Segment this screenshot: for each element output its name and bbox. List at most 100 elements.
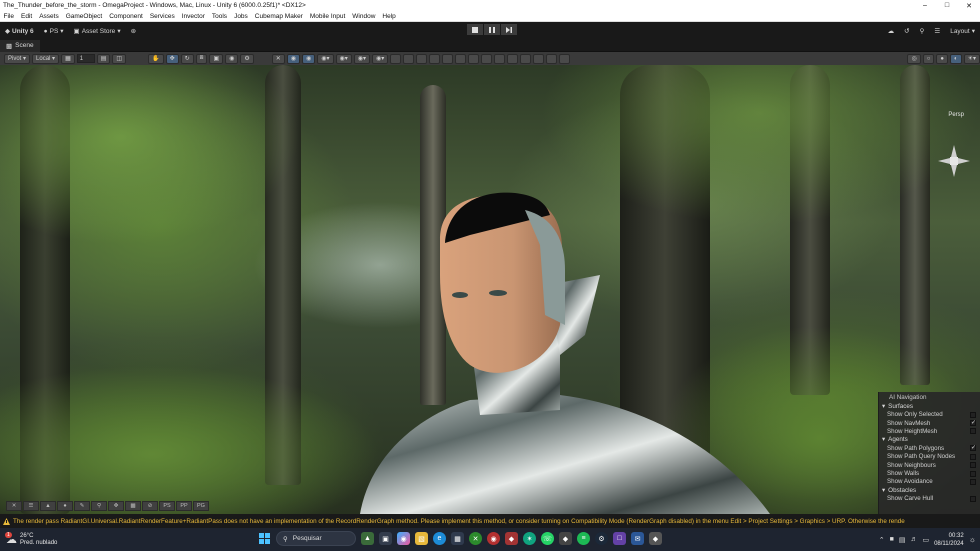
option-show-navmesh[interactable]: Show NavMesh ✓ xyxy=(879,419,980,427)
xbox-icon[interactable]: ✕ xyxy=(469,532,482,545)
effects-dropdown[interactable]: ◉▾ xyxy=(335,53,352,64)
layers-button[interactable]: ☰ xyxy=(929,24,945,38)
notifications-icon[interactable]: ☼ xyxy=(969,535,976,544)
whatsapp-icon[interactable]: ☏ xyxy=(541,532,554,545)
pause-button[interactable] xyxy=(484,24,500,35)
store-icon[interactable]: ▦ xyxy=(451,532,464,545)
move-icon[interactable]: ✥ xyxy=(108,501,124,511)
task-view-icon[interactable]: ▣ xyxy=(379,532,392,545)
game-app-icon[interactable]: ◆ xyxy=(505,532,518,545)
tab-scene[interactable]: ▩ Scene xyxy=(0,39,40,52)
unity-editor-icon[interactable]: ◆ xyxy=(649,532,662,545)
wireframe-icon[interactable]: ○ xyxy=(922,53,935,64)
menu-mobile-input[interactable]: Mobile Input xyxy=(306,13,348,20)
menu-edit[interactable]: Edit xyxy=(17,13,35,20)
snap-icon[interactable]: ▤ xyxy=(96,53,111,64)
network-icon[interactable]: ▤ xyxy=(899,536,906,544)
brush-icon[interactable]: ✎ xyxy=(74,501,90,511)
overlay-slot-3[interactable] xyxy=(416,53,428,64)
render-mode-dropdown[interactable]: ◉▾ xyxy=(317,53,334,64)
checkbox[interactable] xyxy=(970,411,976,418)
menu-cubemap-maker[interactable]: Cubemap Maker xyxy=(251,13,306,20)
menu-file[interactable]: File xyxy=(0,13,17,20)
widgets-icon[interactable]: ▲ xyxy=(361,532,374,545)
paint-icon[interactable]: ▩ xyxy=(125,501,141,511)
account-dropdown[interactable]: ● PS ▾ xyxy=(39,24,69,38)
overlay-slot-2[interactable] xyxy=(403,53,415,64)
overlay-slot-8[interactable] xyxy=(481,53,493,64)
copilot-icon[interactable]: ◉ xyxy=(397,532,410,545)
pg-button[interactable]: PG xyxy=(193,501,209,511)
unity-hub-icon[interactable]: ◆ xyxy=(559,532,572,545)
weather-widget[interactable]: ☁ 1 26°C Pred. nublado xyxy=(0,532,120,547)
chevron-up-icon[interactable]: ⌃ xyxy=(879,536,885,544)
rect-tool-icon[interactable]: ▣ xyxy=(209,53,224,64)
list-icon[interactable]: ☰ xyxy=(23,501,39,511)
clock[interactable]: 00:32 08/11/2024 xyxy=(934,532,964,548)
tray-app-icon[interactable]: ■ xyxy=(890,536,894,543)
gizmos-dropdown[interactable]: ◉▾ xyxy=(372,53,389,64)
crossed-tools-icon[interactable]: ✕ xyxy=(6,501,22,511)
menu-jobs[interactable]: Jobs xyxy=(231,13,252,20)
console-status-bar[interactable]: The render pass RadiantGI.Universal.Radi… xyxy=(0,514,980,528)
pp-button[interactable]: PP xyxy=(176,501,192,511)
layout-dropdown[interactable]: Layout ▾ xyxy=(945,24,980,38)
overlay-slot-9[interactable] xyxy=(494,53,506,64)
checkbox[interactable] xyxy=(970,478,976,485)
services-cloud-button[interactable]: ☁ xyxy=(883,24,900,38)
option-show-neighbours[interactable]: Show Neighbours xyxy=(879,461,980,469)
character-model[interactable] xyxy=(0,65,980,514)
play-button[interactable] xyxy=(467,24,483,35)
checkbox[interactable] xyxy=(970,470,976,477)
checkbox[interactable] xyxy=(970,462,976,469)
pivot-dropdown[interactable]: Pivot ▾ xyxy=(4,53,31,64)
battery-icon[interactable]: ▭ xyxy=(922,536,929,544)
rotate-tool-icon[interactable]: ↻ xyxy=(180,53,194,64)
menu-tools[interactable]: Tools xyxy=(208,13,230,20)
checkbox-checked[interactable]: ✓ xyxy=(970,445,976,452)
maximize-icon[interactable]: □ xyxy=(936,0,958,11)
menu-invector[interactable]: Invector xyxy=(178,13,208,20)
custom-tool-icon[interactable]: ⚙ xyxy=(240,53,254,64)
menu-component[interactable]: Component xyxy=(106,13,147,20)
scene-viewport[interactable]: Persp xyxy=(0,65,980,514)
taskbar-search[interactable]: ⚲ Pesquisar xyxy=(276,531,356,546)
checkbox-checked[interactable]: ✓ xyxy=(970,420,976,427)
draw-mode-icon[interactable]: ◉ xyxy=(286,53,301,64)
spotify-icon[interactable]: ≡ xyxy=(577,532,590,545)
overlay-slot-10[interactable] xyxy=(507,53,519,64)
overlay-slot-1[interactable] xyxy=(390,53,402,64)
section-surfaces[interactable]: ▾ Surfaces xyxy=(879,402,980,411)
perspective-label[interactable]: Persp xyxy=(948,112,964,118)
no-entry-icon[interactable]: ⊘ xyxy=(142,501,158,511)
undo-history-button[interactable]: ↺ xyxy=(899,24,914,38)
grid-size-field[interactable]: 1 xyxy=(76,54,95,63)
overlay-slot-13[interactable] xyxy=(546,53,558,64)
edge-icon[interactable]: e xyxy=(433,532,446,545)
lit-icon[interactable]: ◐ xyxy=(949,53,962,64)
checkbox[interactable] xyxy=(970,428,976,435)
terrain-icon[interactable]: ▲ xyxy=(40,501,56,511)
overlay-slot-11[interactable] xyxy=(520,53,532,64)
option-show-only-selected[interactable]: Show Only Selected xyxy=(879,411,980,419)
menu-help[interactable]: Help xyxy=(379,13,399,20)
option-show-walls[interactable]: Show Walls xyxy=(879,469,980,477)
option-show-path-polygons[interactable]: Show Path Polygons ✓ xyxy=(879,444,980,452)
shaded-icon[interactable]: ● xyxy=(936,53,948,64)
minimize-icon[interactable]: – xyxy=(914,0,936,11)
close-icon[interactable]: ✕ xyxy=(958,0,980,11)
overlay-slot-5[interactable] xyxy=(442,53,454,64)
chatgpt-icon[interactable]: ✶ xyxy=(523,532,536,545)
hand-tool-icon[interactable]: ✋ xyxy=(148,53,164,64)
twitch-icon[interactable]: □ xyxy=(613,532,626,545)
scale-tool-icon[interactable]: ⧈ xyxy=(195,53,208,64)
asset-store-button[interactable]: ▣ Asset Store ▾ xyxy=(69,24,126,38)
menu-services[interactable]: Services xyxy=(146,13,178,20)
grid-snap-icon[interactable]: ▦ xyxy=(61,53,75,64)
section-obstacles[interactable]: ▾ Obstacles xyxy=(879,486,980,495)
section-agents[interactable]: ▾ Agents xyxy=(879,436,980,445)
visibility-icon[interactable]: ◉ xyxy=(302,53,316,64)
unity-button[interactable]: ◆ Unity 6 xyxy=(0,24,39,38)
gizmo-toggle-icon[interactable]: ✕ xyxy=(271,53,285,64)
version-control-button[interactable]: ⊛ xyxy=(126,24,141,38)
